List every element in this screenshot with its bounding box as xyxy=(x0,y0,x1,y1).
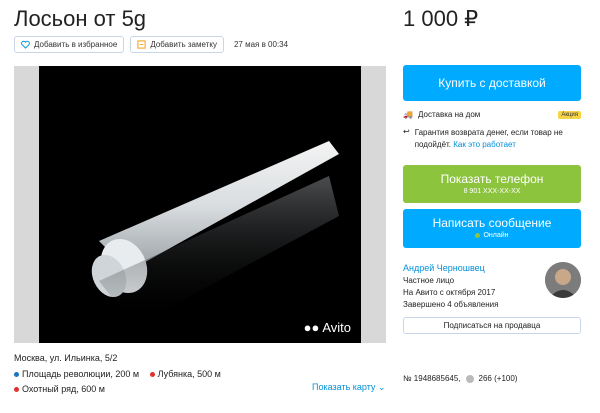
avatar-image xyxy=(545,262,581,298)
guarantee-info: ↩ Гарантия возврата денег, если товар не… xyxy=(403,127,581,151)
metro-station: Лубянка, 500 м xyxy=(149,369,221,379)
return-icon: ↩ xyxy=(403,127,410,136)
listing-meta: № 1948685645, 266 (+100) xyxy=(403,374,517,383)
avito-watermark: ●● Avito xyxy=(304,320,351,335)
promo-badge: Акция xyxy=(558,110,581,119)
note-icon xyxy=(137,40,146,49)
chevron-down-icon: ⌄ xyxy=(377,382,386,392)
page-title: Лосьон от 5g xyxy=(14,6,147,31)
heart-icon xyxy=(21,40,30,49)
photo-frame: ●● Avito xyxy=(39,66,361,343)
buy-with-delivery-button[interactable]: Купить с доставкой xyxy=(403,65,581,101)
metro-station: Охотный ряд, 600 м xyxy=(14,384,105,394)
metro-line-dot xyxy=(149,372,155,378)
ad-number: № 1948685645, xyxy=(403,374,461,383)
add-note-button[interactable]: Добавить заметку xyxy=(130,36,224,53)
seller-completed: Завершено 4 объявления xyxy=(403,300,499,309)
delivery-label: Доставка на дом xyxy=(418,110,481,119)
listing-actions: Добавить в избранное Добавить заметку 27… xyxy=(14,36,288,53)
listing-date: 27 мая в 00:34 xyxy=(233,40,289,49)
delivery-info: 🚚 Доставка на дом Акция xyxy=(403,110,581,119)
listing-photo[interactable]: ●● Avito xyxy=(14,66,386,343)
price: 1 000 ₽ xyxy=(403,6,479,31)
online-status-dot xyxy=(475,232,481,238)
add-favorite-label: Добавить в избранное xyxy=(34,40,118,49)
metro-station: Площадь революции, 200 м xyxy=(14,369,139,379)
how-it-works-link[interactable]: Как это работает xyxy=(453,140,516,149)
address: Москва, ул. Ильинка, 5/2 xyxy=(14,353,118,363)
eye-icon xyxy=(465,374,474,383)
view-count: 266 (+100) xyxy=(478,374,518,383)
product-image xyxy=(91,141,339,326)
show-phone-button[interactable]: Показать телефон 8 901 XXX-XX-XX xyxy=(403,165,581,203)
add-note-label: Добавить заметку xyxy=(150,40,217,49)
write-message-label: Написать сообщение xyxy=(432,216,552,230)
online-status: Онлайн xyxy=(483,232,509,239)
avito-logo-icon: ●● xyxy=(303,320,320,335)
metro-stations: Площадь революции, 200 м Лубянка, 500 м … xyxy=(14,367,229,397)
add-favorite-button[interactable]: Добавить в избранное xyxy=(14,36,125,53)
write-message-button[interactable]: Написать сообщение Онлайн xyxy=(403,209,581,248)
phone-number-masked: 8 901 XXX-XX-XX xyxy=(463,188,521,195)
watermark-text: Avito xyxy=(322,320,351,335)
metro-line-dot xyxy=(14,372,19,378)
show-phone-label: Показать телефон xyxy=(440,172,544,186)
seller-avatar[interactable] xyxy=(545,262,581,298)
subscribe-seller-button[interactable]: Подписаться на продавца xyxy=(403,317,581,334)
truck-icon: 🚚 xyxy=(403,110,413,119)
seller-name-link[interactable]: Андрей Черношвец xyxy=(403,263,485,273)
metro-line-dot xyxy=(14,387,19,393)
seller-since: На Авито с октября 2017 xyxy=(403,288,496,297)
seller-type: Частное лицо xyxy=(403,276,455,285)
show-map-link[interactable]: Показать карту ⌄ xyxy=(312,382,386,393)
